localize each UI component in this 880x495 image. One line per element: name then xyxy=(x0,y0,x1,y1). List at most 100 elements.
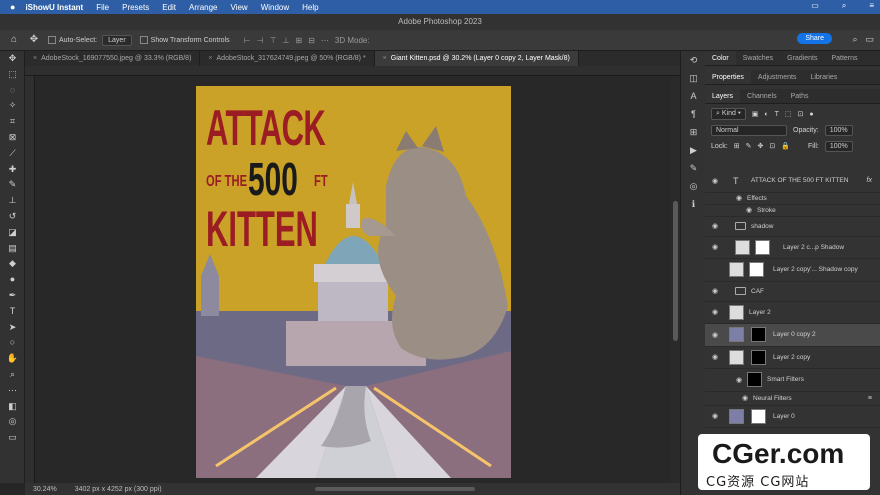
apple-icon[interactable]: ● xyxy=(10,2,15,12)
ruler-vertical[interactable] xyxy=(25,76,35,483)
lock-pixels-icon[interactable]: ⊞ xyxy=(734,142,740,150)
close-icon[interactable]: × xyxy=(208,55,212,62)
search-icon[interactable]: ⌕ xyxy=(842,1,846,11)
app-name[interactable]: iShowU Instant xyxy=(25,3,83,12)
filter-type-icon[interactable]: T xyxy=(775,111,779,118)
visibility-eye-icon[interactable]: ◉ xyxy=(711,308,719,316)
filter-toggle-icon[interactable]: ● xyxy=(809,111,813,118)
tab-channels[interactable]: Channels xyxy=(740,89,784,103)
layer-row[interactable]: Layer 2 copy'... Shadow copy xyxy=(705,259,880,282)
visibility-eye-icon[interactable]: ◉ xyxy=(711,243,719,251)
opacity-field[interactable]: 100% xyxy=(824,124,853,136)
smart-filters-row[interactable]: ◉ Smart Filters xyxy=(705,369,880,392)
eraser-tool-icon[interactable]: ◪ xyxy=(0,225,25,241)
brush-tool-icon[interactable]: ✎ xyxy=(0,177,25,193)
lasso-tool-icon[interactable]: ◌ xyxy=(0,83,25,99)
eyedropper-icon[interactable]: ⟋ xyxy=(0,146,25,162)
layer-group-shadow[interactable]: ◉ shadow xyxy=(705,217,880,237)
blend-mode-dropdown[interactable]: Normal xyxy=(711,124,787,136)
align-middle-icon[interactable]: ⊞ xyxy=(296,36,303,45)
marquee-tool-icon[interactable]: ⬚ xyxy=(0,67,25,83)
menu-window[interactable]: Window xyxy=(261,3,289,12)
frame-tool-icon[interactable]: ⊠ xyxy=(0,130,25,146)
align-center-icon[interactable]: ⊣ xyxy=(257,36,264,45)
fx-icon[interactable]: fx xyxy=(867,177,872,184)
history-icon[interactable]: ⟲ xyxy=(681,51,706,69)
type-tool-icon[interactable]: T xyxy=(0,304,25,320)
tab-libraries[interactable]: Libraries xyxy=(803,70,844,84)
auto-select-dropdown[interactable]: Layer xyxy=(102,34,132,46)
layer-mask-thumbnail[interactable] xyxy=(751,408,766,424)
gradient-tool-icon[interactable]: ▤ xyxy=(0,241,25,257)
move-tool-icon[interactable]: ✥ xyxy=(28,34,40,46)
layer-row[interactable]: ◉ Layer 2 c...p Shadow xyxy=(705,237,880,259)
visibility-eye-icon[interactable]: ◉ xyxy=(735,194,743,202)
layer-row[interactable]: ◉ Layer 2 copy xyxy=(705,347,880,369)
visibility-eye-icon[interactable]: ◉ xyxy=(711,287,719,295)
object-select-icon[interactable]: ✧ xyxy=(0,98,25,114)
visibility-eye-icon[interactable]: ◉ xyxy=(711,412,719,420)
ruler-horizontal[interactable] xyxy=(25,66,680,76)
search-icon[interactable]: ⌕ xyxy=(852,34,857,45)
kind-filter-dropdown[interactable]: ⌕ Kind ▾ xyxy=(711,108,746,120)
move-tool-icon[interactable]: ✥ xyxy=(0,51,25,67)
layer-row-text[interactable]: ◉ T ATTACK OF THE 500 FT KITTEN fx xyxy=(705,170,880,193)
menu-file[interactable]: File xyxy=(96,3,109,12)
show-transform-checkbox[interactable] xyxy=(139,36,148,44)
visibility-eye-icon[interactable]: ◉ xyxy=(711,353,719,361)
dodge-tool-icon[interactable]: ● xyxy=(0,272,25,288)
actions-icon[interactable]: ▶ xyxy=(681,141,706,159)
layer-effect-stroke-row[interactable]: ◉ Stroke xyxy=(705,205,880,217)
visibility-eye-icon[interactable]: ◉ xyxy=(735,376,743,384)
tab-patterns[interactable]: Patterns xyxy=(824,51,864,65)
character-icon[interactable]: A xyxy=(681,87,706,105)
layer-mask-thumbnail[interactable] xyxy=(755,239,770,255)
doc-tab[interactable]: × AdobeStock_317624749.jpeg @ 50% (RGB/8)… xyxy=(200,51,375,66)
close-icon[interactable]: × xyxy=(383,55,387,62)
layer-group-caf[interactable]: ◉ CAF xyxy=(705,282,880,302)
visibility-eye-icon[interactable]: ◉ xyxy=(711,177,719,185)
paragraph-icon[interactable]: ¶ xyxy=(681,105,706,123)
tab-swatches[interactable]: Swatches xyxy=(736,51,780,65)
layer-mask-thumbnail[interactable] xyxy=(751,349,766,365)
history-brush-icon[interactable]: ↺ xyxy=(0,209,25,225)
filter-shape-icon[interactable]: ⬚ xyxy=(785,110,792,118)
stamp-tool-icon[interactable]: ⊥ xyxy=(0,193,25,209)
control-center-icon[interactable]: ≡ xyxy=(869,1,874,11)
tab-layers[interactable]: Layers xyxy=(705,89,741,103)
lock-position-icon[interactable]: ✥ xyxy=(757,142,763,150)
crop-tool-icon[interactable]: ⌗ xyxy=(0,114,25,130)
filter-mask-thumbnail[interactable] xyxy=(747,372,762,388)
zoom-tool-icon[interactable]: ⌕ xyxy=(0,367,25,383)
pen-tool-icon[interactable]: ✒ xyxy=(0,288,25,304)
visibility-eye-icon[interactable]: ◉ xyxy=(711,222,719,230)
home-icon[interactable]: ⌂ xyxy=(8,34,20,46)
screen-mode-icon[interactable]: ▭ xyxy=(0,430,25,446)
vertical-scrollbar[interactable] xyxy=(671,76,680,483)
doc-tab[interactable]: × AdobeStock_169077550.jpeg @ 33.3% (RGB/… xyxy=(25,51,201,66)
doc-tab-active[interactable]: × Giant Kitten.psd @ 30.2% (Layer 0 copy … xyxy=(374,51,579,66)
lock-artboard-icon[interactable]: ⊡ xyxy=(769,142,775,150)
tab-gradients[interactable]: Gradients xyxy=(780,51,824,65)
lock-all-icon[interactable]: 🔒 xyxy=(781,142,790,150)
distribute-icon[interactable]: ⋯ xyxy=(321,36,329,45)
menu-view[interactable]: View xyxy=(231,3,248,12)
lock-paint-icon[interactable]: ✎ xyxy=(746,142,752,150)
layer-effects-row[interactable]: ◉ Effects xyxy=(705,193,880,205)
scroll-thumb[interactable] xyxy=(673,201,678,341)
layer-row[interactable]: ◉ Layer 0 xyxy=(705,406,880,428)
poster-canvas[interactable]: ATTACK OF THE 500 FT KITTEN xyxy=(196,86,511,478)
tab-paths[interactable]: Paths xyxy=(784,89,816,103)
workspace-icon[interactable]: ▭ xyxy=(865,34,874,45)
align-left-icon[interactable]: ⊢ xyxy=(244,36,251,45)
visibility-eye-icon[interactable]: ◉ xyxy=(745,206,753,214)
visibility-eye-icon[interactable]: ◉ xyxy=(711,331,719,339)
quick-mask-icon[interactable]: ◎ xyxy=(0,414,25,430)
hand-tool-icon[interactable]: ✋ xyxy=(0,351,25,367)
filter-adjustment-icon[interactable]: ◐ xyxy=(764,111,768,118)
filter-pixel-icon[interactable]: ▣ xyxy=(752,110,759,118)
menu-arrange[interactable]: Arrange xyxy=(189,3,217,12)
menu-edit[interactable]: Edit xyxy=(162,3,176,12)
share-button[interactable]: Share xyxy=(797,33,832,44)
healing-brush-icon[interactable]: ✚ xyxy=(0,162,25,178)
